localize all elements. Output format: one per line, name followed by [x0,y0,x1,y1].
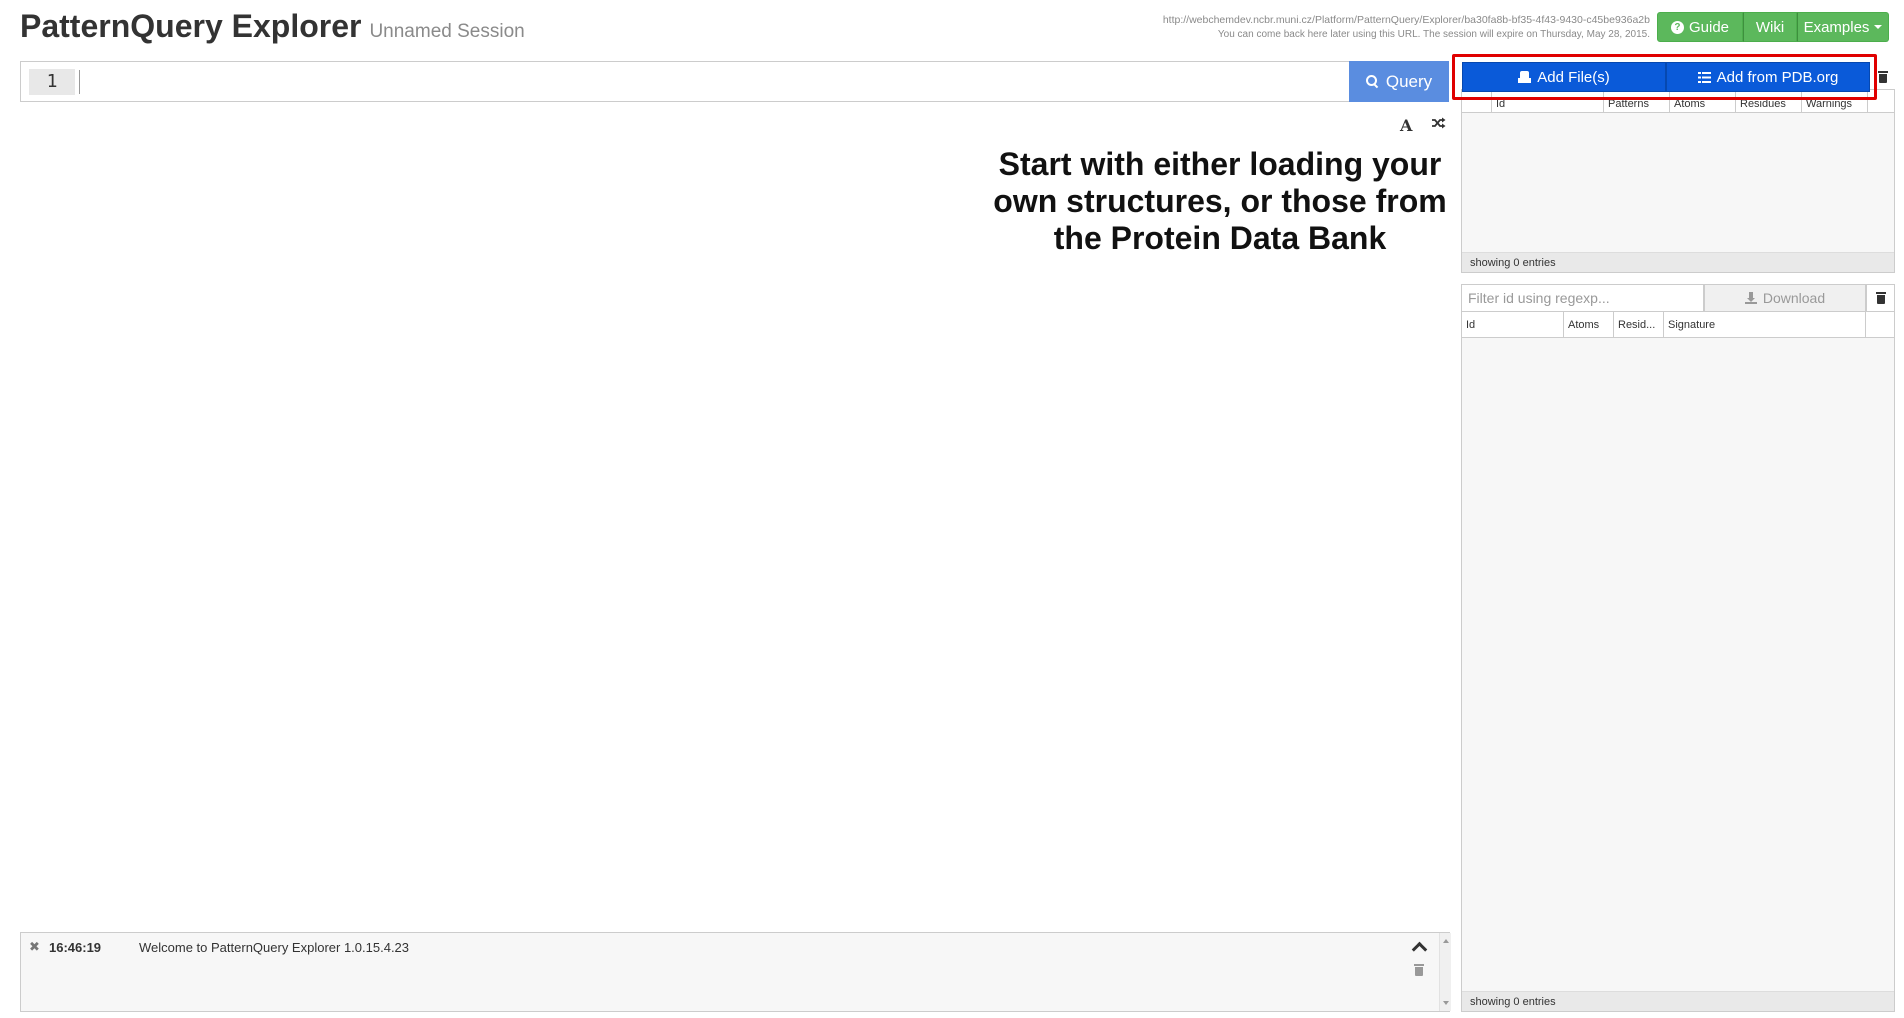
shuffle-icon[interactable] [1432,116,1446,135]
highlight-box [1452,54,1877,100]
search-icon [1365,75,1379,88]
filter-id-input[interactable] [1461,284,1704,312]
hint-line-2: own structures, or those from [993,183,1447,219]
column-header-atoms[interactable]: Atoms [1564,312,1614,337]
guide-label: Guide [1688,18,1730,36]
guide-button[interactable]: ? Guide [1657,12,1743,42]
trash-icon [1878,71,1888,83]
wiki-button[interactable]: Wiki [1743,12,1797,42]
structures-count: showing 0 entries [1462,252,1894,272]
font-icon[interactable]: A [1400,116,1412,135]
patterns-grid: Id Atoms Resid... Signature showing 0 en… [1461,312,1895,1012]
question-circle-icon: ? [1670,20,1684,34]
structures-grid: Id Patterns Atoms Residues Warnings show… [1461,89,1895,273]
download-button[interactable]: Download [1704,284,1866,312]
wiki-label: Wiki [1755,18,1785,36]
column-header-id[interactable]: Id [1462,312,1564,337]
column-header-signature[interactable]: Signature [1664,312,1866,337]
app-title: PatternQuery Explorer Unnamed Session [20,8,525,45]
caret-down-icon [1874,25,1883,29]
log-time: 16:46:19 [49,940,102,955]
examples-dropdown-button[interactable]: Examples [1797,12,1889,42]
session-note: You can come back here later using this … [1217,29,1650,40]
log-trash-icon[interactable] [1414,963,1424,981]
chevron-up-icon[interactable] [1413,941,1425,953]
patterns-grid-header: Id Atoms Resid... Signature [1462,312,1894,338]
session-url[interactable]: http://webchemdev.ncbr.muni.cz/Platform/… [1060,14,1650,26]
hint-line-1: Start with either loading your [998,146,1442,182]
line-number: 1 [29,69,75,95]
getting-started-hint: Start with either loading your own struc… [980,146,1460,257]
query-label: Query [1385,71,1433,91]
editor-tools: A [1400,116,1446,135]
log-message: Welcome to PatternQuery Explorer 1.0.15.… [139,940,410,955]
structures-trash-button[interactable] [1878,70,1888,88]
scroll-down-icon[interactable] [1443,1001,1449,1005]
column-header-residues[interactable]: Resid... [1614,312,1664,337]
app-title-text: PatternQuery Explorer [20,8,362,44]
query-editor[interactable]: 1 [20,61,1350,102]
scroll-up-icon[interactable] [1443,939,1449,943]
examples-label: Examples [1803,18,1870,36]
log-panel: ✖ 16:46:19 Welcome to PatternQuery Explo… [20,932,1451,1012]
app-root: PatternQuery Explorer Unnamed Session htt… [0,0,1904,1018]
patterns-trash-button[interactable] [1866,284,1895,312]
download-label: Download [1762,290,1826,306]
header-button-group: ? Guide Wiki Examples [1657,12,1889,42]
hint-line-3: the Protein Data Bank [1053,220,1387,256]
download-icon [1744,292,1757,304]
text-cursor [79,70,80,94]
session-name[interactable]: Unnamed Session [369,21,524,42]
query-button[interactable]: Query [1349,61,1449,102]
log-scrollbar[interactable] [1439,933,1451,1011]
patterns-count: showing 0 entries [1462,991,1894,1011]
close-icon[interactable]: ✖ [29,939,40,955]
trash-icon [1414,964,1424,976]
trash-icon [1875,292,1886,304]
